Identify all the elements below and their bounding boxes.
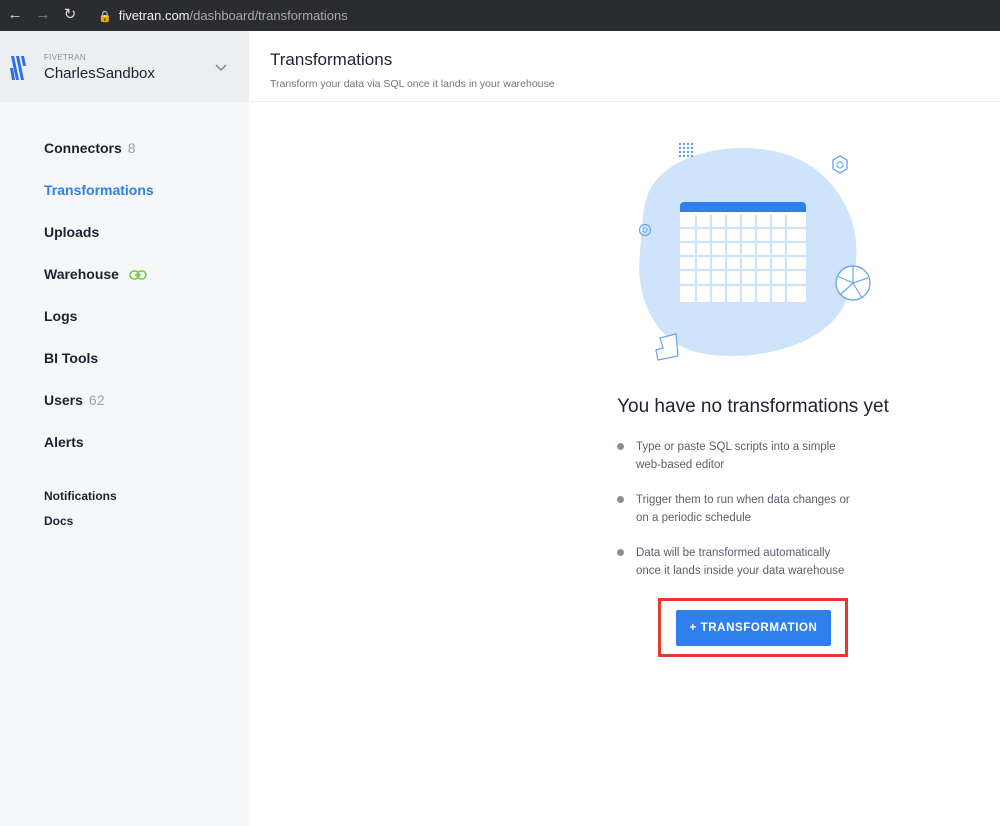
account-name: CharlesSandbox	[44, 65, 155, 82]
account-switcher[interactable]: FIVETRAN CharlesSandbox	[0, 31, 249, 102]
fivetran-logo-icon	[10, 56, 26, 80]
url-host: fivetran.com	[118, 8, 190, 23]
connectors-count: 8	[127, 140, 136, 156]
url-path: /dashboard/transformations	[189, 8, 348, 23]
empty-state-illustration	[638, 142, 871, 361]
bullet-line: web-based editor	[636, 459, 725, 471]
bullet-line: on a periodic schedule	[636, 512, 752, 524]
sidebar-item-label: BI Tools	[44, 350, 99, 366]
bullet-line: Trigger them to run when data changes or	[636, 494, 850, 506]
sidebar-item-label: Transformations	[44, 182, 154, 198]
sidebar-item-bi-tools[interactable]: BI Tools	[44, 350, 98, 366]
sidebar-item-docs[interactable]: Docs	[44, 514, 73, 528]
sidebar-item-alerts[interactable]: Alerts	[44, 434, 84, 450]
account-kicker: FIVETRAN	[44, 53, 86, 62]
sidebar-item-users[interactable]: Users 62	[44, 392, 105, 408]
bullet-line: Data will be transformed automatically	[636, 547, 831, 559]
empty-state-title: You have no transformations yet	[617, 396, 889, 417]
link-icon	[129, 270, 147, 280]
bullet-line: once it lands inside your data warehouse	[636, 565, 845, 577]
sidebar-item-label: Logs	[44, 308, 78, 324]
arrow-right-icon[interactable]: →	[34, 6, 52, 24]
bullet-icon	[617, 443, 624, 450]
sidebar-item-warehouse[interactable]: Warehouse	[44, 266, 147, 282]
page-subtitle: Transform your data via SQL once it land…	[270, 78, 555, 90]
page-header: Transformations Transform your data via …	[249, 31, 1000, 102]
sidebar-item-label: Alerts	[44, 434, 84, 450]
bullet-icon	[617, 496, 624, 503]
sidebar-item-transformations[interactable]: Transformations	[44, 182, 154, 198]
sidebar-item-label: Users	[44, 392, 83, 408]
arrow-left-icon[interactable]: ←	[6, 6, 24, 24]
sidebar-item-logs[interactable]: Logs	[44, 308, 77, 324]
sidebar-item-notifications[interactable]: Notifications	[44, 489, 117, 503]
address-bar[interactable]: 🔒 fivetran.com/dashboard/transformations	[98, 6, 348, 25]
bullet-line: Type or paste SQL scripts into a simple	[636, 441, 836, 453]
chevron-down-icon[interactable]	[214, 63, 228, 73]
reload-icon[interactable]: ↻	[61, 6, 79, 24]
lock-icon: 🔒	[98, 11, 112, 23]
sidebar-item-label: Uploads	[44, 224, 100, 240]
users-count: 62	[88, 392, 105, 408]
page-title: Transformations	[270, 50, 393, 69]
sidebar-item-label: Connectors	[44, 140, 122, 156]
sidebar: FIVETRAN CharlesSandbox Connectors 8 Tran…	[0, 31, 249, 826]
bullet-icon	[617, 549, 624, 556]
sidebar-item-uploads[interactable]: Uploads	[44, 224, 99, 240]
sidebar-item-connectors[interactable]: Connectors 8	[44, 140, 136, 156]
add-transformation-button[interactable]: + TRANSFORMATION	[676, 610, 831, 646]
sidebar-item-label: Warehouse	[44, 266, 119, 282]
browser-toolbar: ← → ↻ 🔒 fivetran.com/dashboard/transforma…	[0, 0, 1000, 31]
